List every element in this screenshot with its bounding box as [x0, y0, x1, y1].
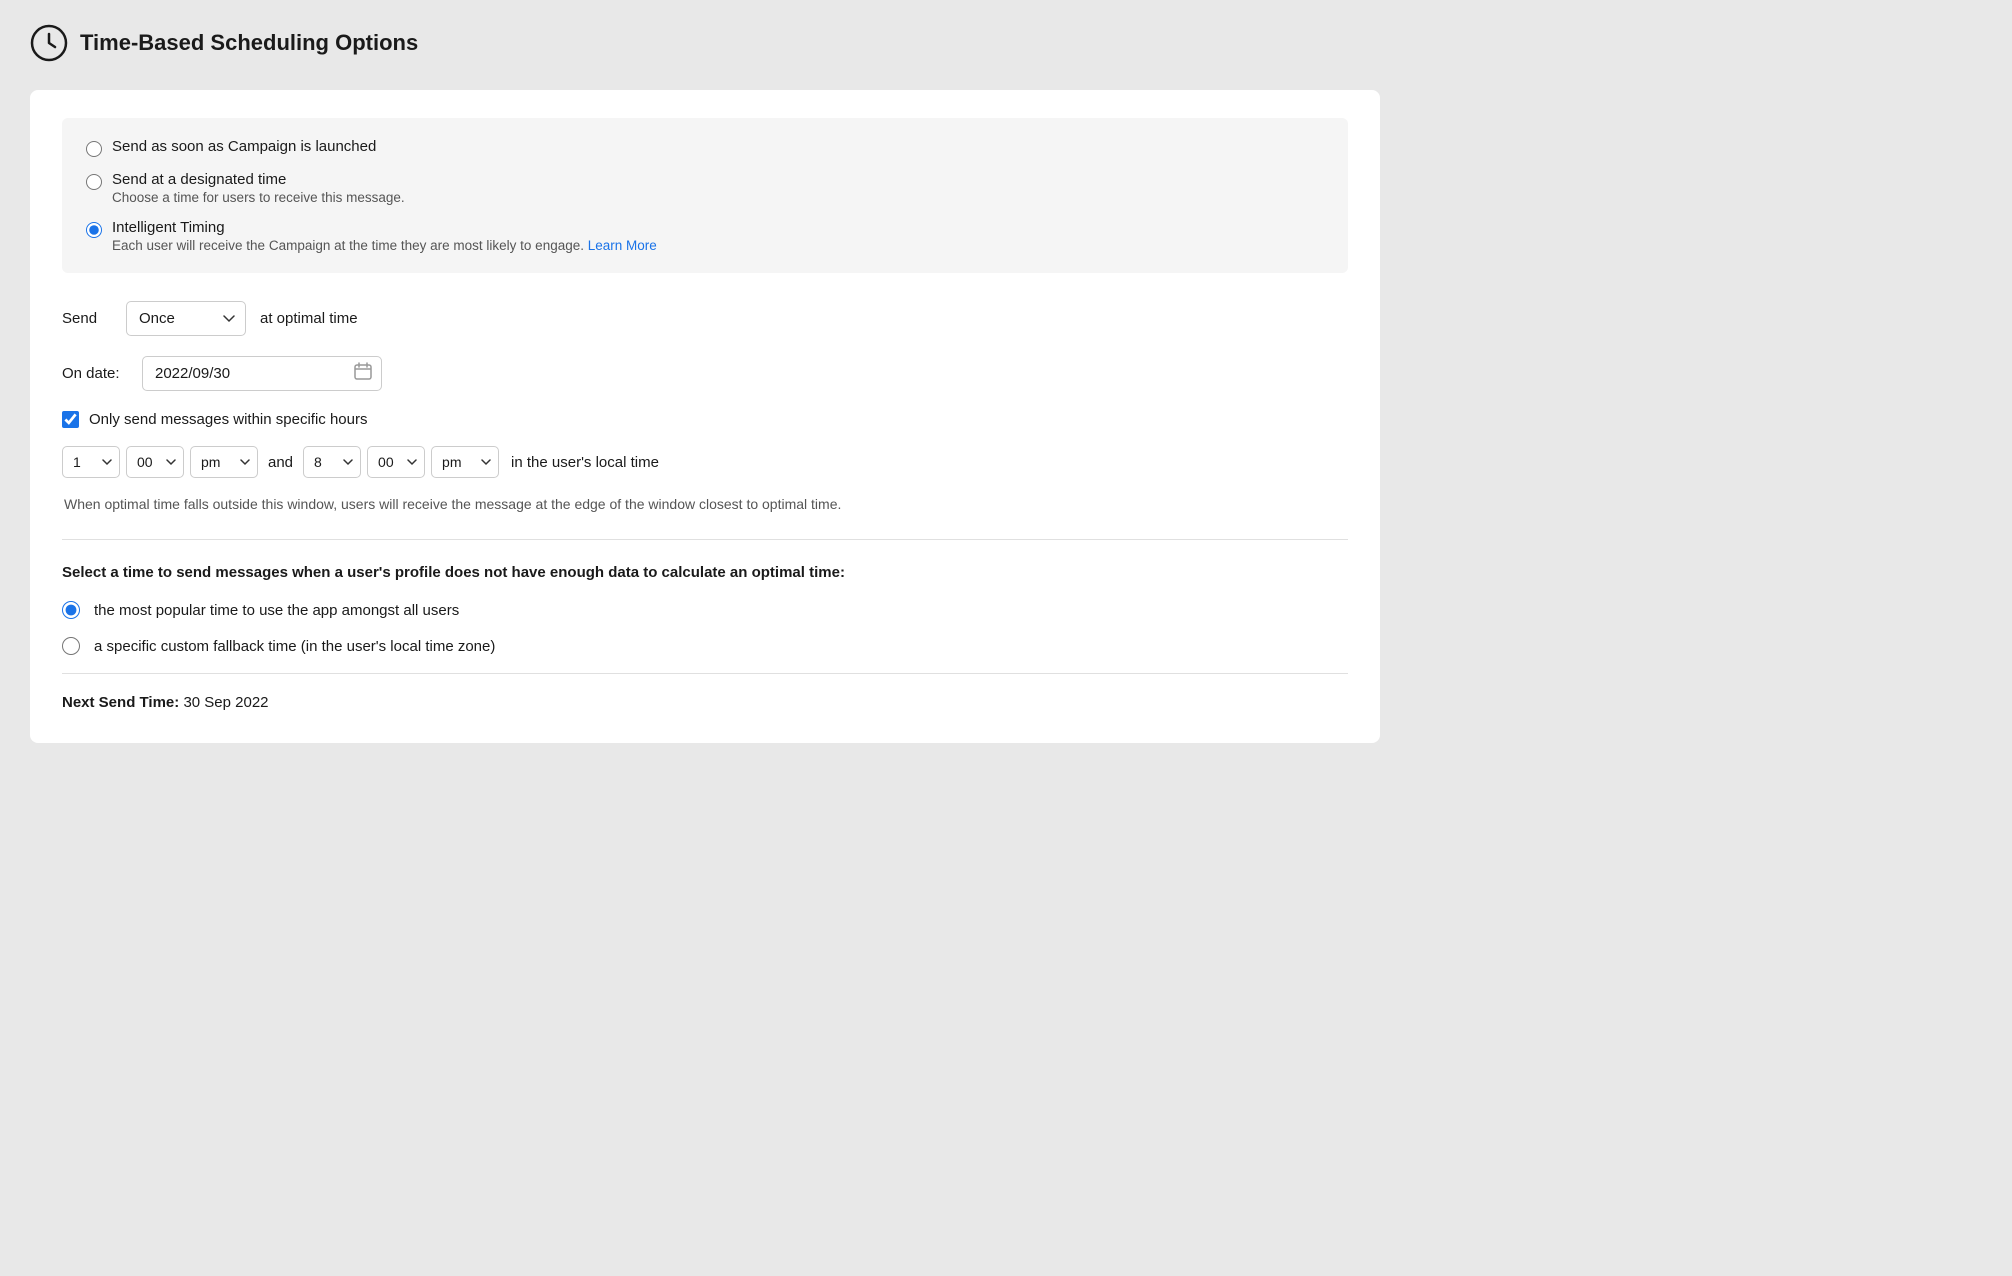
radio-intelligent[interactable]: [86, 222, 102, 238]
start-ampm-select[interactable]: am pm: [190, 446, 258, 478]
send-label: Send: [62, 310, 112, 327]
fallback-custom-label: a specific custom fallback time (in the …: [94, 638, 495, 655]
date-input-wrapper: [142, 356, 382, 391]
time-window-row: 1 2345 6789 101112 00 153045 am pm and 1…: [62, 446, 1348, 478]
timing-options-box: Send as soon as Campaign is launched Sen…: [62, 118, 1348, 273]
next-send-value: 30 Sep 2022: [183, 694, 268, 711]
fallback-radio-item-popular: the most popular time to use the app amo…: [62, 601, 1348, 619]
fallback-radio-custom[interactable]: [62, 637, 80, 655]
specific-hours-checkbox-row: Only send messages within specific hours: [62, 411, 1348, 428]
specific-hours-checkbox[interactable]: [62, 411, 79, 428]
learn-more-link[interactable]: Learn More: [588, 238, 657, 253]
date-row: On date:: [62, 356, 1348, 391]
window-note: When optimal time falls outside this win…: [62, 494, 1348, 515]
main-card: Send as soon as Campaign is launched Sen…: [30, 90, 1380, 743]
divider-1: [62, 539, 1348, 540]
divider-2: [62, 673, 1348, 674]
start-hour-select[interactable]: 1 2345 6789 101112: [62, 446, 120, 478]
and-text: and: [268, 454, 293, 471]
radio-asap-label: Send as soon as Campaign is launched: [112, 138, 376, 155]
fallback-popular-label: the most popular time to use the app amo…: [94, 602, 459, 619]
radio-item-asap: Send as soon as Campaign is launched: [86, 138, 1324, 157]
page-title: Time-Based Scheduling Options: [80, 30, 418, 56]
page-header: Time-Based Scheduling Options: [30, 24, 1982, 62]
end-hour-select[interactable]: 1234 567 8 9101112: [303, 446, 361, 478]
fallback-radio-item-custom: a specific custom fallback time (in the …: [62, 637, 1348, 655]
next-send-label: Next Send Time:: [62, 694, 179, 711]
end-minute-select[interactable]: 00 153045: [367, 446, 425, 478]
next-send-row: Next Send Time: 30 Sep 2022: [62, 694, 1348, 711]
clock-icon: [30, 24, 68, 62]
date-label: On date:: [62, 365, 128, 382]
radio-designated-label: Send at a designated time: [112, 171, 405, 188]
radio-designated[interactable]: [86, 174, 102, 190]
radio-intelligent-sublabel: Each user will receive the Campaign at t…: [112, 238, 657, 253]
radio-intelligent-label: Intelligent Timing: [112, 219, 657, 236]
radio-asap[interactable]: [86, 141, 102, 157]
radio-designated-sublabel: Choose a time for users to receive this …: [112, 190, 405, 205]
send-frequency-dropdown[interactable]: Once Daily Weekly Monthly: [126, 301, 246, 336]
radio-item-designated: Send at a designated time Choose a time …: [86, 171, 1324, 205]
send-row: Send Once Daily Weekly Monthly at optima…: [62, 301, 1348, 336]
fallback-title: Select a time to send messages when a us…: [62, 564, 1348, 581]
at-optimal-text: at optimal time: [260, 310, 358, 327]
start-minute-select[interactable]: 00 153045: [126, 446, 184, 478]
fallback-radio-popular[interactable]: [62, 601, 80, 619]
date-input[interactable]: [142, 356, 382, 391]
specific-hours-label: Only send messages within specific hours: [89, 411, 367, 428]
end-ampm-select[interactable]: am pm: [431, 446, 499, 478]
radio-item-intelligent: Intelligent Timing Each user will receiv…: [86, 219, 1324, 253]
local-time-text: in the user's local time: [511, 454, 659, 471]
